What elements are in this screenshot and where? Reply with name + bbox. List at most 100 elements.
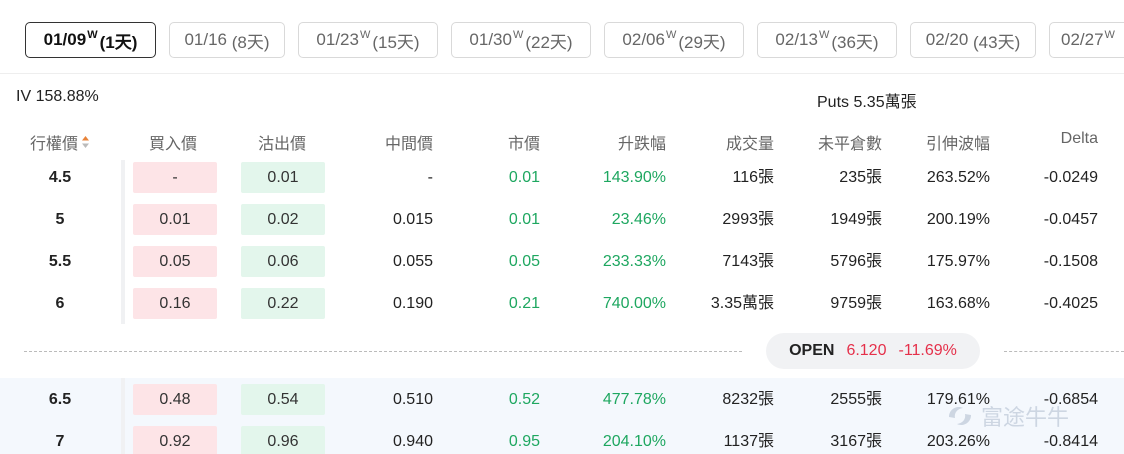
strike-price: 7: [55, 433, 65, 450]
weekly-marker: W: [665, 29, 677, 41]
price-divider: [1004, 351, 1124, 352]
change-percent: 233.33%: [602, 253, 666, 270]
strike-price: 6.5: [48, 391, 72, 408]
tab-days: (15天): [372, 32, 420, 52]
in-the-money-indicator: [121, 160, 125, 324]
bid-price[interactable]: 0.05: [133, 246, 217, 277]
col-header-mid[interactable]: 中間價: [333, 130, 433, 154]
mid-price: -: [427, 169, 433, 186]
col-header-open-interest[interactable]: 未平倉數: [782, 130, 882, 154]
futu-logo-icon: [949, 407, 971, 425]
col-header-volume[interactable]: 成交量: [674, 130, 774, 154]
tab-date: 02/20: [925, 30, 969, 49]
col-header-ask[interactable]: 沽出價: [258, 130, 306, 154]
col-header-strike[interactable]: 行權價: [30, 130, 90, 154]
sort-icon[interactable]: [81, 135, 90, 154]
change-percent: 477.78%: [602, 391, 666, 408]
tab-date: 02/27: [1061, 30, 1104, 49]
bid-price[interactable]: 0.01: [133, 204, 217, 235]
change-percent: 23.46%: [611, 211, 666, 228]
implied-volatility: 200.19%: [926, 211, 990, 228]
volume: 7143張: [722, 253, 774, 270]
puts-volume-summary: Puts 5.35萬張: [817, 94, 917, 111]
ask-price[interactable]: 0.02: [241, 204, 325, 235]
ask-price[interactable]: 0.96: [241, 426, 325, 454]
ask-price[interactable]: 0.06: [241, 246, 325, 277]
last-price: 0.01: [508, 211, 540, 228]
bid-price[interactable]: -: [133, 162, 217, 193]
mid-price: 0.055: [392, 253, 433, 270]
expiry-tab-bar: 01/09 W (1天) 01/16 (8天) 01/23 W (15天) 01/30 W…: [0, 0, 1124, 74]
col-header-change[interactable]: 升跌幅: [566, 130, 666, 154]
weekly-marker: W: [359, 29, 371, 41]
watermark: 富途牛牛: [945, 400, 1069, 432]
ask-price[interactable]: 0.22: [241, 288, 325, 319]
col-header-delta[interactable]: Delta: [998, 130, 1098, 148]
change-percent: 740.00%: [602, 295, 666, 312]
tab-days: (8天): [231, 32, 270, 52]
bid-price[interactable]: 0.92: [133, 426, 217, 454]
implied-volatility: 263.52%: [926, 169, 990, 186]
volume: 1137張: [723, 433, 774, 450]
underlying-change: -11.69%: [898, 342, 957, 359]
mid-price: 0.510: [392, 391, 433, 408]
tab-expiry-0109[interactable]: 01/09 W (1天): [25, 22, 156, 58]
tab-days: (1天): [99, 32, 138, 52]
weekly-marker: W: [818, 29, 830, 41]
price-divider: [24, 351, 742, 352]
bid-price[interactable]: 0.16: [133, 288, 217, 319]
strike-price: 6: [55, 295, 65, 312]
weekly-marker: W: [1104, 29, 1115, 41]
weekly-marker: W: [87, 29, 98, 41]
col-header-strike-label: 行權價: [30, 136, 79, 153]
implied-volatility: 175.97%: [926, 253, 990, 270]
mid-price: 0.015: [392, 211, 433, 228]
tab-expiry-0227[interactable]: 02/27 W: [1049, 22, 1124, 58]
delta: -0.1508: [1043, 253, 1098, 270]
col-header-iv[interactable]: 引伸波幅: [890, 130, 990, 154]
tab-date: 01/16: [184, 30, 228, 49]
tab-expiry-0116[interactable]: 01/16 (8天): [169, 22, 285, 58]
volume: 8232張: [722, 391, 774, 408]
delta: -0.8414: [1043, 433, 1098, 450]
tab-date: 01/30: [469, 30, 512, 49]
col-header-bid[interactable]: 買入價: [149, 130, 197, 154]
in-the-money-indicator: [121, 378, 125, 454]
tab-expiry-0220[interactable]: 02/20 (43天): [910, 22, 1036, 58]
ask-price[interactable]: 0.54: [241, 384, 325, 415]
implied-volatility: 163.68%: [926, 295, 990, 312]
tab-days: (22天): [525, 32, 573, 52]
implied-volatility: 203.26%: [926, 433, 990, 450]
tab-expiry-0123[interactable]: 01/23 W (15天): [298, 22, 438, 58]
underlying-price: 6.120: [846, 342, 887, 359]
volume: 116張: [732, 169, 774, 186]
ask-price[interactable]: 0.01: [241, 162, 325, 193]
tab-days: (29天): [678, 32, 726, 52]
strike-price: 5: [55, 211, 65, 228]
bid-price[interactable]: 0.48: [133, 384, 217, 415]
change-percent: 204.10%: [602, 433, 666, 450]
tab-expiry-0206[interactable]: 02/06 W (29天): [604, 22, 744, 58]
tab-date: 02/13: [775, 30, 818, 49]
open-interest: 2555張: [830, 391, 882, 408]
weekly-marker: W: [512, 29, 524, 41]
change-percent: 143.90%: [602, 169, 666, 186]
last-price: 0.52: [508, 391, 540, 408]
open-interest: 5796張: [830, 253, 882, 270]
last-price: 0.21: [508, 295, 540, 312]
implied-volatility-summary: IV 158.88%: [16, 88, 99, 105]
watermark-text: 富途牛牛: [981, 405, 1070, 430]
col-header-last[interactable]: 市價: [440, 130, 540, 154]
tab-date: 01/09: [43, 30, 87, 49]
tab-expiry-0130[interactable]: 01/30 W (22天): [451, 22, 591, 58]
tab-days: (36天): [831, 32, 879, 52]
tab-date: 02/06: [622, 30, 665, 49]
underlying-symbol: OPEN: [789, 342, 835, 359]
strike-price: 4.5: [48, 169, 72, 186]
open-interest: 9759張: [830, 295, 882, 312]
last-price: 0.95: [508, 433, 540, 450]
volume: 3.35萬張: [710, 295, 774, 312]
tab-expiry-0213[interactable]: 02/13 W (36天): [757, 22, 897, 58]
underlying-price-badge: OPEN 6.120 -11.69%: [766, 333, 980, 369]
delta: -0.0249: [1043, 169, 1098, 186]
